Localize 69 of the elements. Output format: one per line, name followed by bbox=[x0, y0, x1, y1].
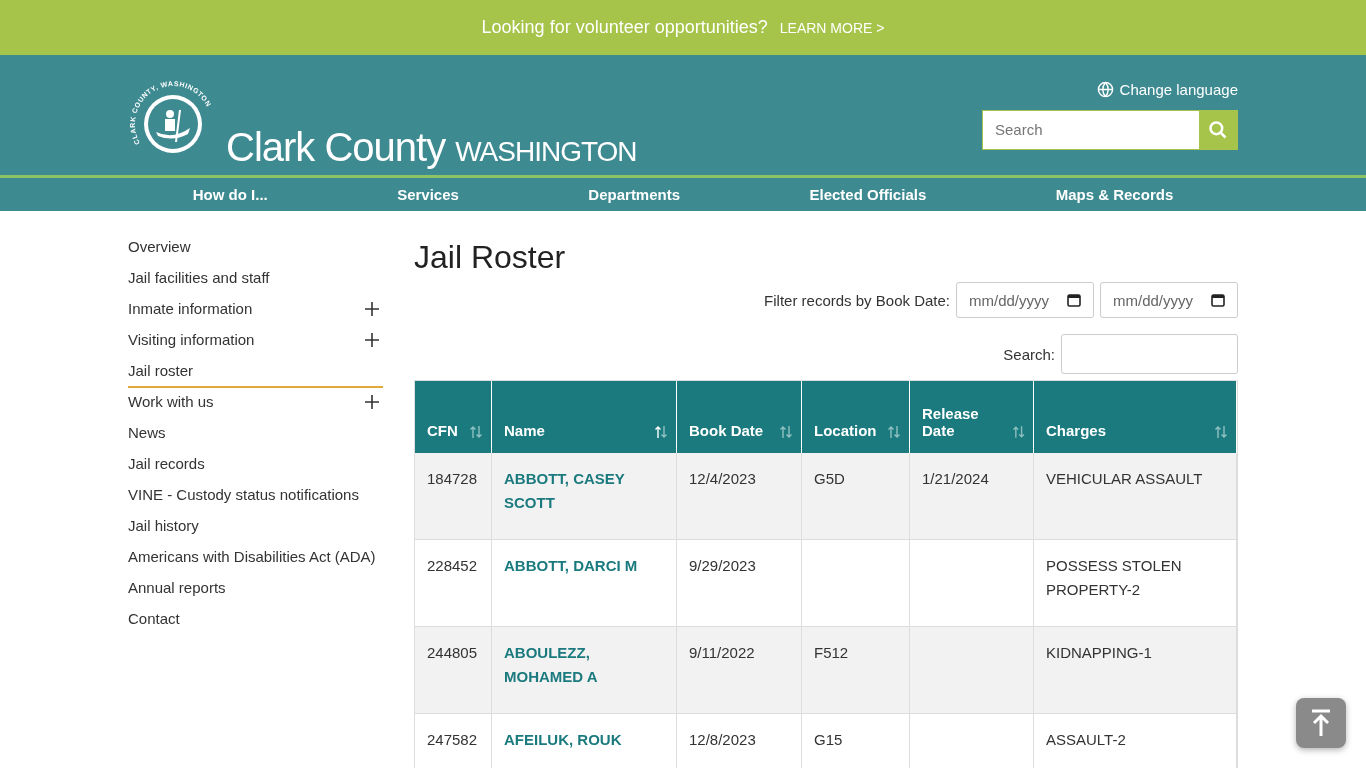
table-cell: 228452 bbox=[415, 540, 492, 627]
globe-icon bbox=[1096, 80, 1114, 98]
date-field[interactable]: mm/dd/yyyy bbox=[1100, 282, 1238, 318]
column-header[interactable]: Name bbox=[492, 381, 677, 453]
inmate-name-link[interactable]: ABBOTT, DARCI M bbox=[504, 554, 664, 578]
search-label: Search: bbox=[1003, 345, 1055, 363]
column-header[interactable]: Book Date bbox=[677, 381, 802, 453]
sidebar-link[interactable]: Jail roster bbox=[128, 357, 383, 388]
site-title[interactable]: Clark County WASHINGTON bbox=[226, 127, 637, 167]
sidebar-link-label: Visiting information bbox=[128, 330, 255, 350]
plus-icon[interactable] bbox=[365, 395, 379, 409]
calendar-icon[interactable] bbox=[1067, 293, 1081, 307]
nav-link[interactable]: Elected Officials bbox=[809, 178, 927, 211]
table-cell: 1/21/2024 bbox=[910, 453, 1034, 540]
sidebar-link[interactable]: Overview bbox=[128, 233, 383, 264]
table-cell: KIDNAPPING-1 bbox=[1034, 627, 1237, 714]
change-language-link[interactable]: Change language bbox=[1096, 80, 1238, 98]
sidebar-link[interactable]: Jail records bbox=[128, 450, 383, 481]
sidebar-link[interactable]: Work with us bbox=[128, 388, 383, 419]
table-cell: 184728 bbox=[415, 453, 492, 540]
sort-icon[interactable] bbox=[1011, 425, 1025, 439]
sort-icon[interactable] bbox=[887, 425, 901, 439]
nav-link[interactable]: Departments bbox=[588, 178, 681, 211]
sidebar-link[interactable]: Inmate information bbox=[128, 295, 383, 326]
inmate-name-link[interactable]: AFEILUK, ROUK bbox=[504, 728, 664, 752]
sidebar-link[interactable]: Jail history bbox=[128, 512, 383, 543]
search-button[interactable] bbox=[1199, 110, 1237, 149]
inmate-name-link[interactable]: ABOULEZZ, MOHAMED A bbox=[504, 641, 664, 689]
nav-link[interactable]: Maps & Records bbox=[1055, 178, 1174, 211]
arrow-up-to-line-icon bbox=[1309, 708, 1333, 738]
column-header[interactable]: CFN bbox=[415, 381, 492, 453]
date-field[interactable]: mm/dd/yyyy bbox=[956, 282, 1094, 318]
sort-icon[interactable] bbox=[779, 425, 793, 439]
plus-icon[interactable] bbox=[365, 333, 379, 347]
sidebar-link[interactable]: Visiting information bbox=[128, 326, 383, 357]
calendar-icon[interactable] bbox=[1211, 293, 1225, 307]
column-header[interactable]: Charges bbox=[1034, 381, 1237, 453]
sidebar-link[interactable]: Annual reports bbox=[128, 574, 383, 605]
banner-text: Looking for volunteer opportunities? bbox=[481, 17, 768, 38]
search-icon bbox=[1208, 119, 1228, 140]
sidebar-link[interactable]: Jail facilities and staff bbox=[128, 264, 383, 295]
nav-link[interactable]: Services bbox=[397, 178, 459, 211]
filter-label: Filter records by Book Date: bbox=[764, 291, 950, 309]
sidebar-link[interactable]: Americans with Disabilities Act (ADA) bbox=[128, 543, 383, 574]
table-cell: 9/11/2022 bbox=[677, 627, 802, 714]
sidebar-link[interactable]: VINE - Custody status notifications bbox=[128, 481, 383, 512]
back-to-top-button[interactable] bbox=[1296, 698, 1346, 748]
sort-icon[interactable] bbox=[654, 425, 668, 439]
sidebar-link-label: Inmate information bbox=[128, 299, 253, 319]
table-search-field[interactable] bbox=[1061, 334, 1238, 374]
sort-icon[interactable] bbox=[1214, 425, 1228, 439]
search-field[interactable]: Search bbox=[982, 109, 1238, 150]
table-cell: G5D bbox=[802, 453, 910, 540]
nav-link[interactable]: How do I... bbox=[192, 178, 268, 211]
inmate-name-link[interactable]: ABBOTT, CASEY SCOTT bbox=[504, 467, 664, 515]
sidebar-link[interactable]: News bbox=[128, 419, 383, 450]
column-header[interactable]: Location bbox=[802, 381, 910, 453]
page-title: Jail Roster bbox=[414, 239, 567, 276]
column-header[interactable]: Release Date bbox=[910, 381, 1034, 453]
sidebar-link[interactable]: Contact bbox=[128, 605, 383, 636]
table-cell: 9/29/2023 bbox=[677, 540, 802, 627]
table-cell: F512 bbox=[802, 627, 910, 714]
table-cell: 244805 bbox=[415, 627, 492, 714]
table-cell: 12/4/2023 bbox=[677, 453, 802, 540]
table-cell: VEHICULAR ASSAULT bbox=[1034, 453, 1237, 540]
table-cell: POSSESS STOLEN PROPERTY-2 bbox=[1034, 540, 1237, 627]
sidebar-link-label: Work with us bbox=[128, 392, 214, 412]
plus-icon[interactable] bbox=[365, 302, 379, 316]
sort-icon[interactable] bbox=[469, 425, 483, 439]
